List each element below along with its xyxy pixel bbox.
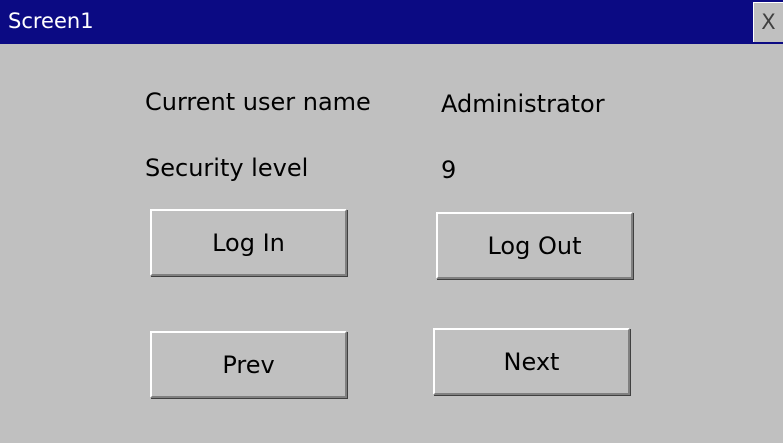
security-level-label: Security level (145, 154, 309, 182)
log-in-button[interactable]: Log In (150, 209, 347, 276)
prev-button[interactable]: Prev (150, 331, 347, 398)
screen-window: Screen1 X Current user name Administrato… (0, 0, 783, 443)
current-user-value: Administrator (441, 90, 605, 118)
security-level-value: 9 (441, 156, 457, 184)
window-title: Screen1 (8, 9, 94, 33)
title-bar: Screen1 X (0, 0, 783, 44)
next-button[interactable]: Next (433, 328, 630, 395)
log-out-button[interactable]: Log Out (436, 212, 633, 279)
close-button[interactable]: X (753, 2, 783, 42)
current-user-label: Current user name (145, 88, 371, 116)
